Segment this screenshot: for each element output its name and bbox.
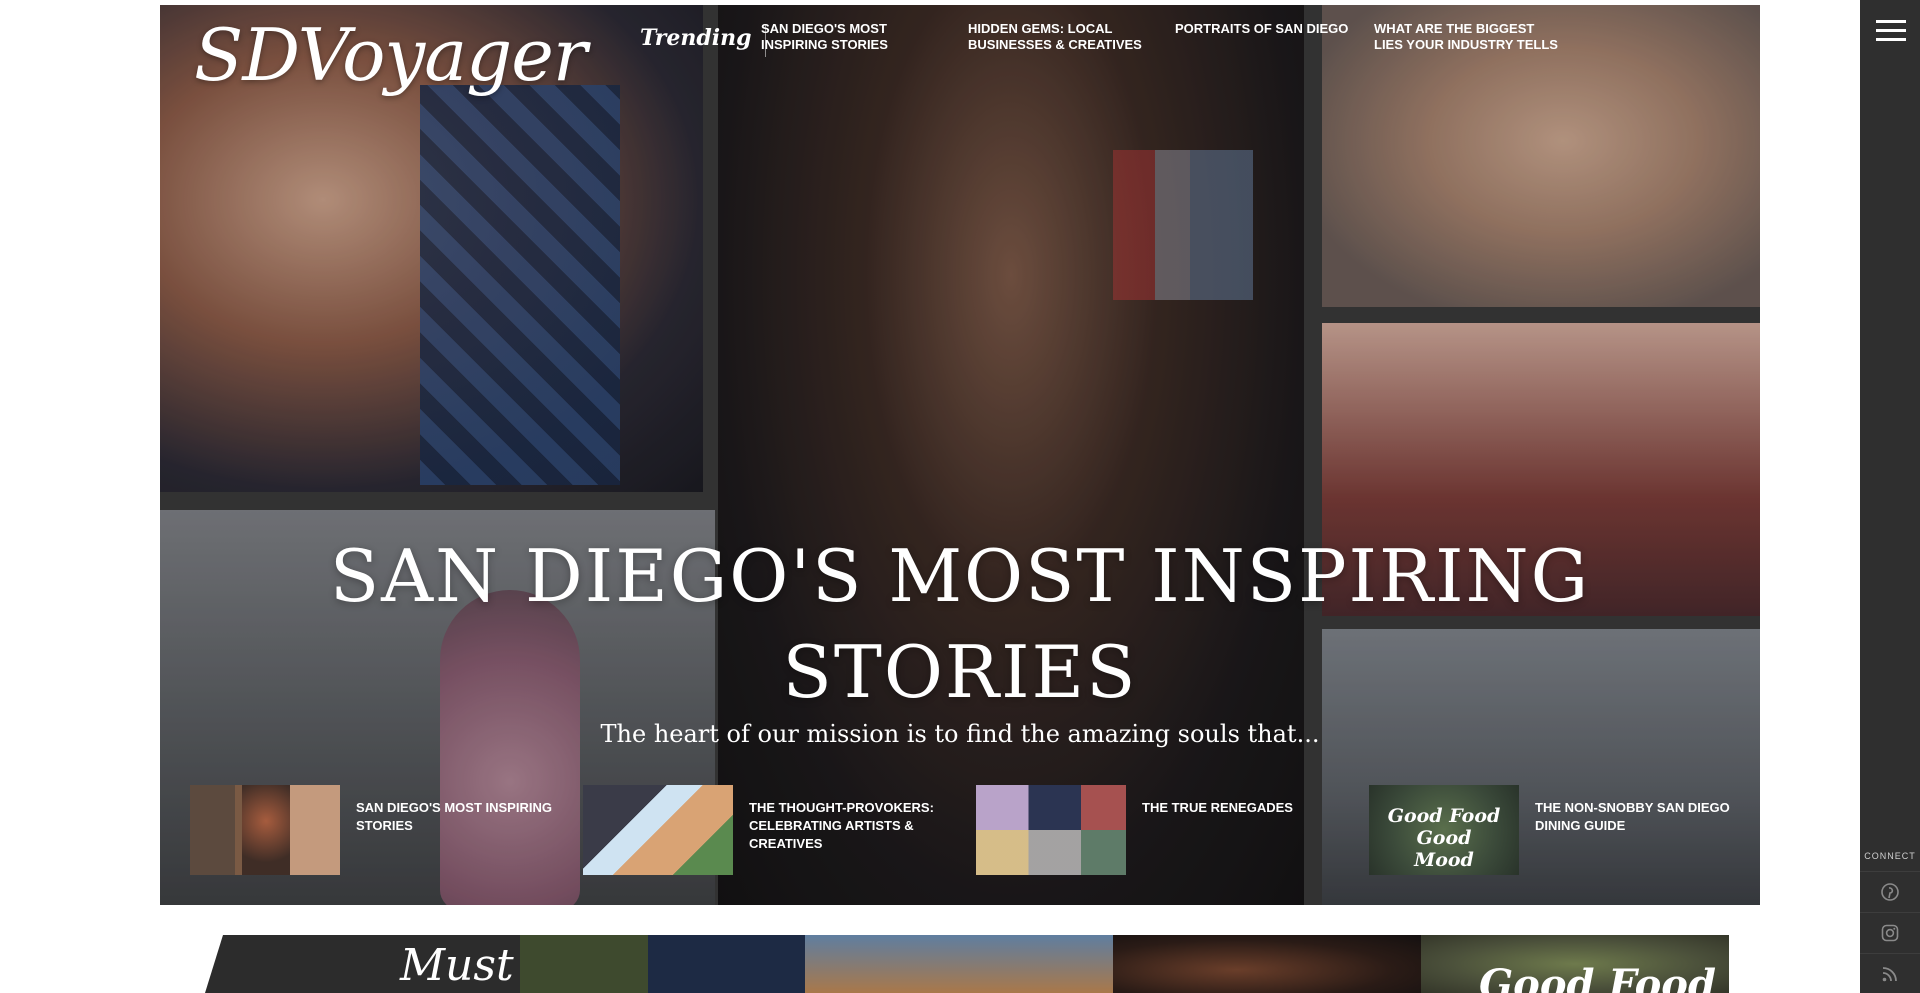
good-food-badge: Good Food Good Mood [1387, 805, 1501, 871]
trending-link-portraits[interactable]: PORTRAITS OF SAN DIEGO [1175, 21, 1348, 37]
rss-icon [1882, 967, 1897, 982]
story-thumbnail[interactable] [190, 785, 340, 875]
story-thumbnail[interactable] [583, 785, 733, 875]
hero-subtitle: The heart of our mission is to find the … [600, 720, 1320, 748]
site-logo[interactable]: SDVoyager [194, 13, 587, 97]
story-card-inspiring[interactable]: SAN DIEGO'S MOST INSPIRING STORIES [190, 785, 570, 877]
pinterest-icon [1881, 883, 1899, 901]
story-title[interactable]: THE NON-SNOBBY SAN DIEGO DINING GUIDE [1535, 799, 1745, 835]
story-title[interactable]: SAN DIEGO'S MOST INSPIRING STORIES [356, 799, 566, 835]
rss-link[interactable] [1860, 953, 1920, 993]
good-food-badge: Good Food [1479, 961, 1716, 993]
instagram-link[interactable] [1860, 912, 1920, 952]
story-thumbnail[interactable] [976, 785, 1126, 875]
story-card-dining-guide[interactable]: Good Food Good Mood THE NON-SNOBBY SAN D… [1369, 785, 1749, 877]
story-title[interactable]: THE TRUE RENEGADES [1142, 799, 1352, 817]
pinterest-link[interactable] [1860, 871, 1920, 911]
connect-label: CONNECT [1864, 851, 1916, 861]
trending-link-inspiring-stories[interactable]: SAN DIEGO'S MOST INSPIRING STORIES [761, 21, 888, 53]
instagram-icon [1881, 924, 1899, 942]
story-title[interactable]: THE THOUGHT-PROVOKERS: CELEBRATING ARTIS… [749, 799, 959, 853]
hero-section: SDVoyager Trending SAN DIEGO'S MOST INSP… [160, 5, 1760, 905]
story-thumbnail[interactable]: Good Food Good Mood [1369, 785, 1519, 875]
must-photo[interactable]: Good Food [1421, 935, 1729, 993]
must-photo[interactable] [520, 935, 805, 993]
story-card-thought-provokers[interactable]: THE THOUGHT-PROVOKERS: CELEBRATING ARTIS… [583, 785, 963, 877]
trending-link-hidden-gems[interactable]: HIDDEN GEMS: LOCAL BUSINESSES & CREATIVE… [968, 21, 1142, 53]
trending-link-industry-lies[interactable]: WHAT ARE THE BIGGEST LIES YOUR INDUSTRY … [1374, 21, 1558, 53]
must-heading: Must [400, 940, 514, 991]
right-sidebar: CONNECT [1860, 0, 1920, 993]
story-card-true-renegades[interactable]: THE TRUE RENEGADES [976, 785, 1356, 877]
trending-label: Trending [640, 25, 767, 57]
must-photo[interactable] [1113, 935, 1421, 993]
hamburger-menu-icon[interactable] [1876, 20, 1906, 42]
hero-overlay [160, 5, 1760, 905]
must-photo[interactable] [805, 935, 1113, 993]
hero-title[interactable]: SAN DIEGO'S MOST INSPIRING STORIES [270, 528, 1650, 720]
